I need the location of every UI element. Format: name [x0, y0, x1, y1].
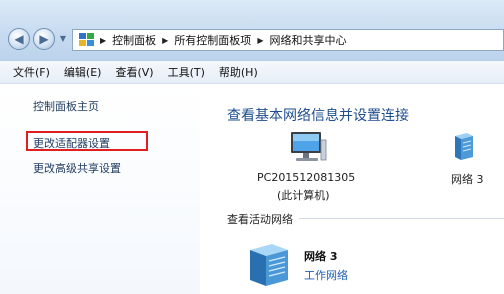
sidebar-item-control-panel-home[interactable]: 控制面板主页: [33, 98, 99, 114]
page-title: 查看基本网络信息并设置连接: [227, 108, 409, 124]
arrow-right-icon: ▶: [39, 32, 49, 46]
network-icon[interactable]: [450, 132, 476, 162]
active-networks-heading: 查看活动网络: [227, 213, 293, 226]
breadcrumb-separator-icon[interactable]: ▶: [100, 36, 106, 45]
breadcrumb-all-items[interactable]: 所有控制面板项: [174, 32, 251, 48]
menu-help[interactable]: 帮助(H): [212, 64, 265, 80]
back-button[interactable]: ◀: [8, 28, 30, 50]
menu-file[interactable]: 文件(F): [0, 64, 57, 80]
section-divider: [299, 218, 504, 219]
main-content: 查看基本网络信息并设置连接 PC201512081305 (此计算机) 网络 3…: [200, 84, 504, 294]
breadcrumb-network-center[interactable]: 网络和共享中心: [269, 32, 346, 48]
address-bar[interactable]: ▶ 控制面板 ▶ 所有控制面板项 ▶ 网络和共享中心: [72, 29, 504, 51]
network-map-label: 网络 3: [451, 173, 484, 186]
computer-name: PC201512081305: [257, 171, 356, 184]
breadcrumb-control-panel[interactable]: 控制面板: [112, 32, 156, 48]
arrow-left-icon: ◀: [14, 32, 24, 46]
computer-icon[interactable]: [288, 130, 328, 166]
highlight-annotation: [26, 131, 148, 151]
network-type-link[interactable]: 工作网络: [304, 267, 348, 283]
breadcrumb-separator-icon[interactable]: ▶: [257, 36, 263, 45]
active-network-name: 网络 3: [304, 250, 338, 263]
forward-button[interactable]: ▶: [33, 28, 55, 50]
menu-view[interactable]: 查看(V): [108, 64, 160, 80]
navigation-bar: ◀ ▶ ▼ ▶ 控制面板 ▶ 所有控制面板项 ▶ 网络和共享中心: [0, 0, 504, 60]
menu-edit[interactable]: 编辑(E): [57, 64, 109, 80]
breadcrumb-separator-icon[interactable]: ▶: [162, 36, 168, 45]
chevron-down-icon: ▼: [59, 34, 67, 43]
active-network-icon[interactable]: [244, 242, 294, 288]
sidebar-item-advanced-sharing[interactable]: 更改高级共享设置: [33, 160, 121, 176]
computer-subtitle: (此计算机): [277, 189, 330, 202]
recent-pages-dropdown[interactable]: ▼: [58, 33, 68, 45]
left-nav-pane: 控制面板主页 更改适配器设置 更改高级共享设置: [0, 84, 200, 294]
control-panel-icon: [79, 33, 94, 47]
menu-tools[interactable]: 工具(T): [161, 64, 212, 80]
menu-bar: 文件(F) 编辑(E) 查看(V) 工具(T) 帮助(H): [0, 60, 504, 84]
